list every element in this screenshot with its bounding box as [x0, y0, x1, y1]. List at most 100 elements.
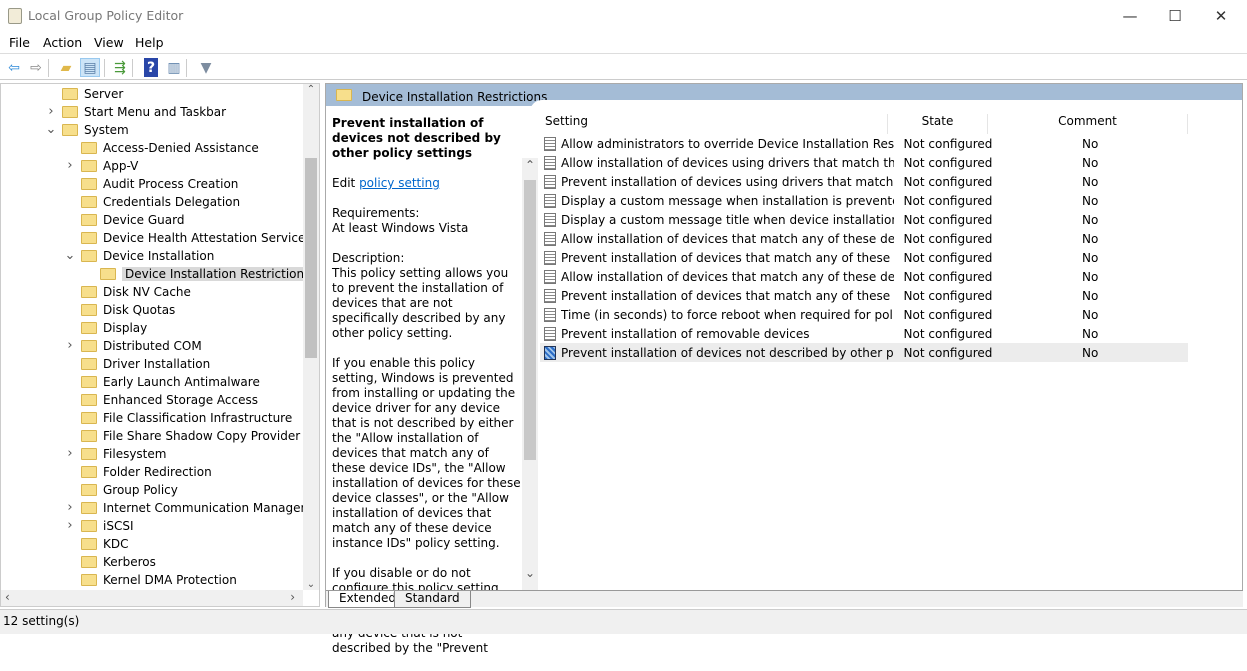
console-tree: Server Start Menu and Taskbar › System ⌄ Acce…: [0, 83, 320, 607]
tree-item-label: Disk NV Cache: [103, 285, 191, 299]
setting-row[interactable]: Allow installation of devices that match…: [540, 229, 1188, 248]
up-folder-icon[interactable]: ▰: [56, 58, 76, 77]
expand-chevron-icon[interactable]: ›: [64, 339, 76, 352]
tree-item[interactable]: Folder Redirection: [81, 463, 212, 481]
setting-name: Display a custom message title when devi…: [561, 212, 894, 227]
setting-row[interactable]: Allow installation of devices using driv…: [540, 153, 1188, 172]
setting-row[interactable]: Time (in seconds) to force reboot when r…: [540, 305, 1188, 324]
setting-row[interactable]: Prevent installation of removable device…: [540, 324, 1188, 343]
minimize-button[interactable]: —: [1107, 0, 1153, 32]
tree-item[interactable]: Disk NV Cache: [81, 283, 191, 301]
setting-state: Not configured: [903, 136, 993, 151]
tree-item[interactable]: System: [62, 121, 129, 139]
setting-name: Prevent installation of devices that mat…: [561, 288, 894, 303]
collapse-chevron-icon[interactable]: ⌄: [64, 249, 76, 262]
setting-row[interactable]: Prevent installation of devices that mat…: [540, 248, 1188, 267]
maximize-button[interactable]: ☐: [1152, 0, 1198, 32]
toolbar-separator: [132, 59, 133, 77]
help-icon[interactable]: ?: [144, 58, 158, 77]
tree-item[interactable]: Enhanced Storage Access: [81, 391, 258, 409]
expand-chevron-icon[interactable]: ›: [45, 105, 57, 118]
tree-item[interactable]: Kerberos: [81, 553, 156, 571]
show-hide-console-tree-icon[interactable]: ▤: [80, 58, 100, 77]
show-hide-action-pane-icon[interactable]: ▥: [164, 58, 184, 77]
tree-item[interactable]: Display: [81, 319, 147, 337]
tree-item[interactable]: Kernel DMA Protection: [81, 571, 237, 589]
filter-icon[interactable]: ▼: [196, 58, 216, 77]
expand-chevron-icon[interactable]: ›: [64, 159, 76, 172]
folder-icon: [81, 430, 97, 442]
folder-icon: [81, 394, 97, 406]
setting-state: Not configured: [903, 155, 993, 170]
tree-item[interactable]: Device Installation Restrictions: [100, 265, 314, 283]
tree-item[interactable]: KDC: [81, 535, 129, 553]
folder-icon: [81, 340, 97, 352]
tree-item[interactable]: Filesystem: [81, 445, 166, 463]
tree-item-label: File Classification Infrastructure: [103, 411, 293, 425]
tree-item[interactable]: Internet Communication Management: [81, 499, 319, 517]
setting-name: Time (in seconds) to force reboot when r…: [561, 307, 894, 322]
setting-row[interactable]: Prevent installation of devices that mat…: [540, 286, 1188, 305]
setting-comment: No: [1082, 136, 1099, 151]
tab-standard[interactable]: Standard: [394, 591, 471, 608]
tree-item[interactable]: Early Launch Antimalware: [81, 373, 260, 391]
forward-arrow-icon[interactable]: ⇨: [26, 58, 46, 77]
tree-item[interactable]: File Share Shadow Copy Provider: [81, 427, 300, 445]
menu-view[interactable]: View: [94, 35, 124, 50]
setting-name: Prevent installation of devices that mat…: [561, 250, 894, 265]
tree-item[interactable]: Group Policy: [81, 481, 178, 499]
menu-file[interactable]: File: [9, 35, 30, 50]
tree-item[interactable]: Device Health Attestation Service: [81, 229, 305, 247]
edit-policy-setting-link[interactable]: policy setting: [359, 176, 440, 190]
description-scroll-thumb[interactable]: [524, 180, 536, 460]
tree-item[interactable]: Server: [62, 85, 123, 103]
setting-comment: No: [1082, 307, 1099, 322]
description-title: Prevent installation of devices not desc…: [332, 116, 501, 160]
setting-state: Not configured: [903, 174, 993, 189]
setting-comment: No: [1082, 212, 1099, 227]
tree-item[interactable]: Device Installation: [81, 247, 214, 265]
column-header-setting[interactable]: Setting: [540, 114, 888, 134]
tree-item[interactable]: Credentials Delegation: [81, 193, 240, 211]
policy-setting-icon: [544, 250, 556, 265]
menu-help[interactable]: Help: [135, 35, 164, 50]
tree-horizontal-scrollbar[interactable]: ‹ ›: [1, 590, 303, 606]
expand-chevron-icon[interactable]: ›: [64, 519, 76, 532]
tree-scroll-thumb[interactable]: [305, 158, 317, 358]
expand-chevron-icon[interactable]: ›: [64, 447, 76, 460]
tree-item[interactable]: Driver Installation: [81, 355, 210, 373]
setting-row[interactable]: Allow installation of devices that match…: [540, 267, 1188, 286]
setting-state: Not configured: [903, 212, 993, 227]
back-arrow-icon[interactable]: ⇦: [4, 58, 24, 77]
collapse-chevron-icon[interactable]: ⌄: [45, 123, 57, 136]
column-header-comment[interactable]: Comment: [988, 114, 1188, 134]
folder-icon: [62, 88, 78, 100]
menu-action[interactable]: Action: [43, 35, 82, 50]
setting-row[interactable]: Display a custom message when installati…: [540, 191, 1188, 210]
setting-row[interactable]: Prevent installation of devices not desc…: [540, 343, 1188, 362]
tree-item[interactable]: Disk Quotas: [81, 301, 175, 319]
tree-item[interactable]: App-V: [81, 157, 138, 175]
setting-row[interactable]: Prevent installation of devices using dr…: [540, 172, 1188, 191]
folder-icon: [81, 556, 97, 568]
close-button[interactable]: ✕: [1198, 0, 1244, 32]
export-list-icon[interactable]: ⇶: [110, 58, 130, 77]
description-paragraph: If you enable this policy setting, Windo…: [332, 356, 521, 550]
tree-item[interactable]: Device Guard: [81, 211, 184, 229]
tree-item[interactable]: Start Menu and Taskbar: [62, 103, 226, 121]
tree-item[interactable]: Audit Process Creation: [81, 175, 238, 193]
policy-setting-icon: [544, 193, 556, 208]
tree-item[interactable]: File Classification Infrastructure: [81, 409, 292, 427]
description-label: Description:: [332, 251, 405, 265]
expand-chevron-icon[interactable]: ›: [64, 501, 76, 514]
tree-item[interactable]: Access-Denied Assistance: [81, 139, 259, 157]
policy-setting-icon: [544, 174, 556, 189]
folder-icon: [62, 106, 78, 118]
column-header-state[interactable]: State: [888, 114, 988, 134]
setting-row[interactable]: Display a custom message title when devi…: [540, 210, 1188, 229]
tree-item[interactable]: Distributed COM: [81, 337, 202, 355]
setting-row[interactable]: Allow administrators to override Device …: [540, 134, 1188, 153]
toolbar: ⇦ ⇨ ▰ ▤ ⇶? ▥ ▼: [0, 55, 1247, 80]
tree-item[interactable]: iSCSI: [81, 517, 134, 535]
app-icon: [8, 8, 22, 24]
